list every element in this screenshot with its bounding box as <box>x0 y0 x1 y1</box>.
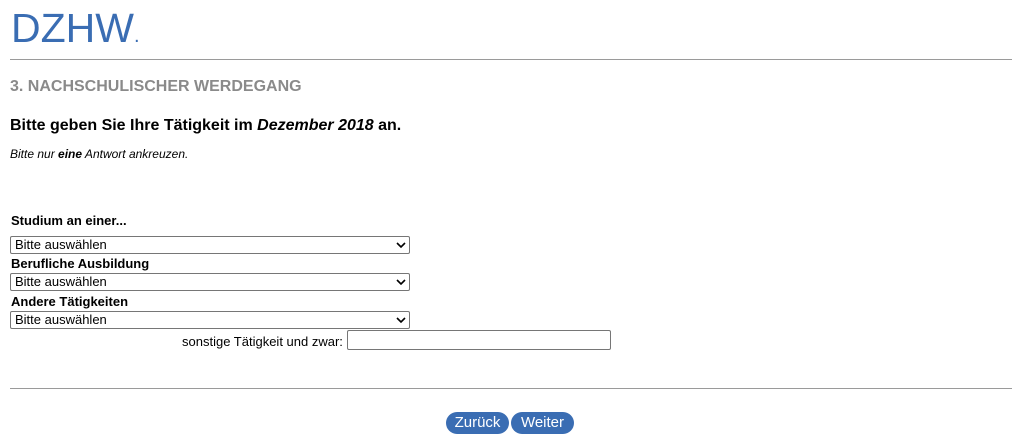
instruction-suffix: Antwort ankreuzen. <box>82 147 189 161</box>
question-text: Bitte geben Sie Ihre Tätigkeit im Dezemb… <box>10 117 401 135</box>
question-prefix: Bitte geben Sie Ihre Tätigkeit im <box>10 117 258 134</box>
next-button[interactable]: Weiter <box>511 412 574 434</box>
andere-taetigkeiten-select-value: Bitte auswählen <box>15 312 107 327</box>
other-activity-input[interactable] <box>347 330 611 350</box>
dzhw-logo: DZHW. <box>11 8 140 49</box>
footer-divider <box>10 388 1012 389</box>
chevron-down-icon <box>396 317 406 324</box>
chevron-down-icon <box>396 242 406 249</box>
survey-page: DZHW. 3. NACHSCHULISCHER WERDEGANG Bitte… <box>0 0 1021 444</box>
ausbildung-label: Berufliche Ausbildung <box>11 256 150 271</box>
andere-taetigkeiten-label: Andere Tätigkeiten <box>11 294 129 309</box>
question-suffix: an. <box>373 117 402 134</box>
logo-text: DZHW <box>11 5 134 51</box>
chevron-down-icon <box>396 279 406 286</box>
instruction-emphasis: eine <box>58 147 83 161</box>
header-divider <box>10 59 1012 60</box>
ausbildung-select[interactable]: Bitte auswählen <box>10 273 410 291</box>
logo-dot: . <box>133 25 140 47</box>
studium-label: Studium an einer... <box>11 213 127 228</box>
back-button[interactable]: Zurück <box>446 412 509 434</box>
andere-taetigkeiten-select[interactable]: Bitte auswählen <box>10 311 410 329</box>
instruction-text: Bitte nur eine Antwort ankreuzen. <box>10 147 188 161</box>
section-title: 3. NACHSCHULISCHER WERDEGANG <box>10 78 302 95</box>
studium-select-value: Bitte auswählen <box>15 237 107 252</box>
studium-select[interactable]: Bitte auswählen <box>10 236 410 254</box>
instruction-prefix: Bitte nur <box>10 147 59 161</box>
question-emphasis: Dezember 2018 <box>257 117 374 134</box>
ausbildung-select-value: Bitte auswählen <box>15 274 107 289</box>
other-activity-label: sonstige Tätigkeit und zwar: <box>182 334 343 349</box>
